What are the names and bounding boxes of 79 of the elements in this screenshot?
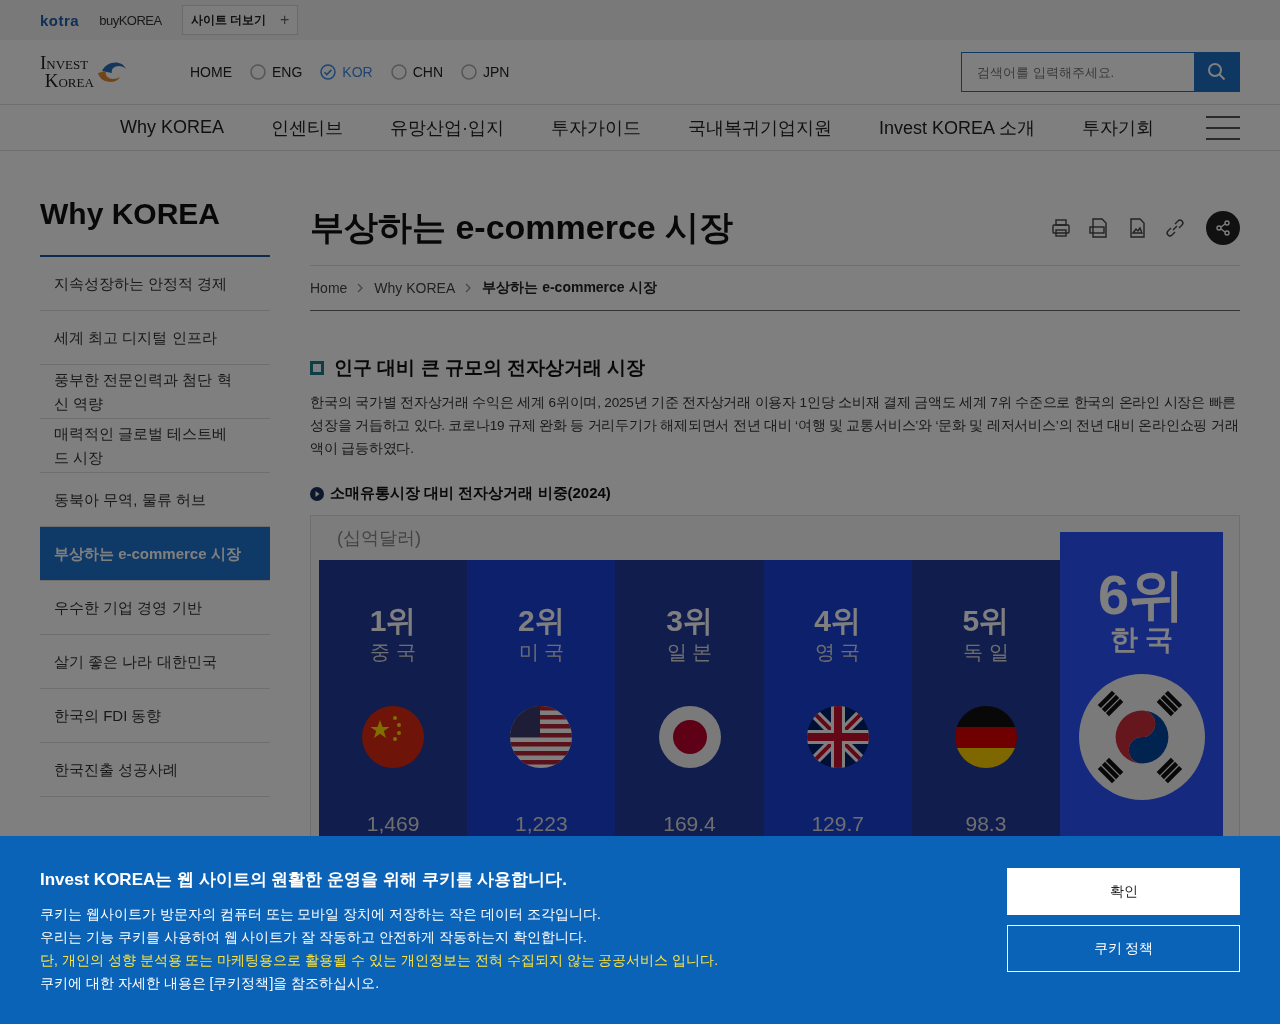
more-sites-button[interactable]: 사이트 더보기 + [181,5,299,35]
section-title: 인구 대비 큰 규모의 전자상거래 시장 [334,356,646,380]
radio-icon[interactable] [250,64,266,80]
cookie-notice-text: 쿠키에 대한 자세한 내용은 [쿠키정책]을 참조하십시오. [40,974,381,993]
value-label: 1,469 [366,812,420,836]
rank-label: 3위 [666,604,713,638]
rank-label: 4위 [814,604,862,638]
sidebar-menu-item[interactable]: 지속성장하는 안정적 경제 [40,257,270,311]
pdf-file-icon[interactable] [1088,217,1110,239]
search-button[interactable] [1194,52,1240,92]
nav-menu-item[interactable]: 국내복귀기업지원 [688,115,833,140]
chevron-right-icon [357,283,365,293]
nav-menu-item[interactable]: 유망산업·입지 [390,115,505,140]
country-name: 영 국 [814,640,861,665]
circle-play-icon [310,486,324,501]
radio-icon[interactable] [390,64,407,80]
language-option[interactable]: CHN [390,64,444,80]
breadcrumb-current: 부상하는 e-commerce 시장 [482,279,657,297]
sidebar-menu-item[interactable]: 살기 좋은 나라 대한민국 [40,635,270,689]
rank-label: 6위 [1097,564,1186,626]
value-label: 98.3 [965,812,1007,836]
search-icon [1207,62,1227,82]
sidebar-menu-item[interactable]: 한국진출 성공사례 [40,743,270,797]
sidebar-menu-item[interactable]: 풍부한 전문인력과 첨단 혁신 역량 [40,365,270,419]
link-icon[interactable] [1164,217,1186,239]
language-option[interactable]: ENG [250,64,303,80]
nav-menu-item[interactable]: 인센티브 [271,115,344,140]
rank-label: 2위 [517,604,565,638]
sidebar-menu-item[interactable]: 우수한 기업 경영 기반 [40,581,270,635]
sidebar-menu-item[interactable]: 한국의 FDI 동향 [40,689,270,743]
cookie-notice-text: 우리는 기능 쿠키를 사용하여 웹 사이트가 잘 작동하고 안전하게 작동하는지 확인합니다. [40,928,588,947]
language-option[interactable]: KOR [320,64,373,80]
nav-menu-item[interactable]: Invest KOREA 소개 [879,115,1036,140]
rank-label: 1위 [369,604,417,638]
chevron-right-icon [465,283,473,293]
cookie-notice-text: 쿠키는 웹사이트가 방문자의 컴퓨터 또는 모바일 장치에 저장하는 작은 데이터 조각입니다. [40,905,602,924]
value-label: 129.7 [811,812,864,836]
cookie-policy-button[interactable]: 쿠키 정책 [1007,925,1240,972]
breadcrumb-link[interactable]: Home [310,280,348,296]
share-button[interactable] [1206,211,1240,245]
country-name: 한 국 [1109,626,1174,654]
radio-icon[interactable] [320,64,337,80]
flag-icon [954,706,1017,768]
home-link[interactable]: HOME [190,64,232,80]
page-title: 부상하는 e-commerce 시장 [310,207,734,248]
search-field[interactable]: 검색어를 입력해주세요. [961,52,1194,92]
square-bullet-icon [310,361,324,375]
cookie-notice-title: Invest KOREA는 웹 사이트의 원활한 운영을 위해 쿠키를 사용합니다. [40,869,569,891]
language-option[interactable]: JPN [461,64,510,80]
sidebar-menu-item[interactable]: 매력적인 글로벌 테스트베드 시장 [40,419,270,473]
sidebar-title: Why KOREA [40,191,270,257]
print-icon[interactable] [1050,217,1072,239]
country-name: 일 본 [666,640,713,665]
nav-menu-item[interactable]: 투자기회 [1082,115,1155,140]
chart-subheading: 소매유통시장 대비 전자상거래 비중(2024) [330,484,611,503]
confirm-button[interactable]: 확인 [1007,868,1240,915]
unit-label: (십억달러) [337,527,422,550]
sidebar-menu-item[interactable]: 부상하는 e-commerce 시장 [40,527,270,581]
nav-menu-item[interactable]: 투자가이드 [551,115,642,140]
buykorea-logo[interactable]: buyKOREA [99,12,162,28]
menu-button[interactable] [1206,115,1240,140]
country-name: 미 국 [518,640,565,665]
radio-icon[interactable] [461,64,478,80]
flag-icon [362,706,425,768]
nav-menu-item[interactable]: Why KOREA [120,117,225,138]
breadcrumb-link[interactable]: Why KOREA [374,280,456,296]
sidebar-menu-item[interactable]: 세계 최고 디지털 인프라 [40,311,270,365]
rank-label: 5위 [962,604,1010,638]
value-label: 169.4 [663,812,716,836]
invest-korea-logo[interactable]: Invest Korea [40,54,94,90]
body-paragraph: 한국의 국가별 전자상거래 수익은 세계 6위이며, 2025년 기준 전자상거래 이용자 1인당 소비재 결제 금액도 세계 7위 수준으로 한국의 온라인 시장은 빠른 성장을 거듭하고 있다. 코로나19 규제 완화 등 거리두기가 해제되면서 전년 대비 ‘여행 및 교통서비스’와 ‘문화 및 레저서비스’의 전년 대비 온라인쇼핑 거래액이 급등하였다. [310,394,1240,458]
country-name: 독 일 [963,640,1009,665]
cookie-notice-text: 단, 개인의 성향 분석용 또는 마케팅용으로 활용될 수 있는 개인정보는 전혀 수집되지 않는 공공서비스 입니다. [40,951,720,970]
flag-icon [1078,674,1205,800]
flag-icon [658,706,721,768]
country-name: 중 국 [370,640,416,665]
kotra-logo[interactable]: kotra [40,11,80,29]
value-label: 1,223 [515,812,568,836]
share-icon [1214,219,1232,237]
